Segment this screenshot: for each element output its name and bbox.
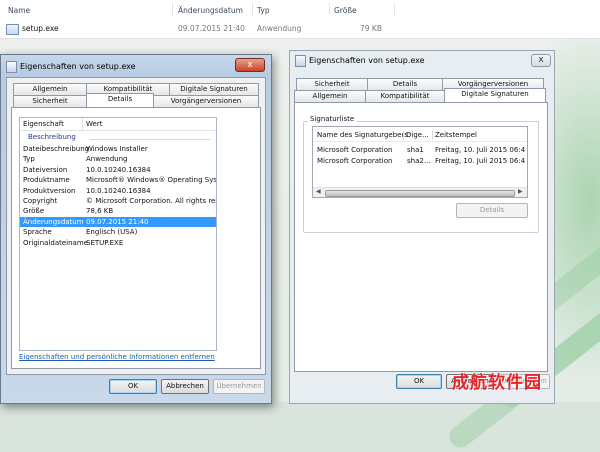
property-value: 78,6 KB — [86, 207, 114, 216]
close-icon: x — [247, 60, 253, 70]
ok-button[interactable]: OK — [396, 374, 442, 389]
watermark-text: 成航软件园 — [452, 373, 542, 393]
property-value: SETUP.EXE — [86, 238, 124, 247]
column-separator[interactable] — [329, 3, 330, 15]
signature-group-label: Signaturliste — [308, 115, 357, 123]
column-header-type[interactable]: Typ — [257, 6, 270, 15]
column-header-value[interactable]: Wert — [86, 120, 102, 128]
tab-allgemein[interactable]: Allgemein — [294, 90, 366, 102]
close-button[interactable]: x — [235, 58, 265, 72]
property-row[interactable]: Änderungsdatum 09.07.2015 21:40 — [20, 216, 216, 227]
property-value: 09.07.2015 21:40 — [86, 217, 149, 226]
dialog-app-icon — [6, 61, 17, 73]
column-header-digest[interactable]: Dige... — [406, 130, 429, 140]
tab-vorgaengerversionen[interactable]: Vorgängerversionen — [153, 95, 259, 107]
column-separator[interactable] — [172, 3, 173, 15]
apply-button[interactable]: Übernehmen — [213, 379, 265, 394]
remove-properties-link[interactable]: Eigenschaften und persönliche Informatio… — [19, 353, 215, 361]
signature-row-timestamp: Freitag, 10. Juli 2015 06:40:1 — [435, 157, 525, 165]
property-row[interactable]: Typ Anwendung — [20, 154, 216, 164]
property-row[interactable]: Sprache Englisch (USA) — [20, 227, 216, 237]
column-separator[interactable] — [432, 130, 433, 140]
column-separator[interactable] — [403, 130, 404, 140]
horizontal-scrollbar[interactable]: ◀ ▶ — [313, 187, 527, 197]
cancel-button[interactable]: Abbrechen — [161, 379, 209, 394]
explorer-file-list: Name Änderungsdatum Typ Größe setup.exe … — [0, 0, 600, 39]
property-key: Copyright — [23, 197, 58, 205]
column-header-timestamp[interactable]: Zeitstempel — [435, 130, 477, 140]
property-key: Dateibeschreibung — [23, 145, 90, 153]
properties-dialog-signatures: Eigenschaften von setup.exe x Sicherheit… — [289, 50, 555, 404]
signature-row-digest: sha1 — [407, 146, 424, 154]
file-name: setup.exe — [22, 24, 59, 33]
application-file-icon — [6, 24, 19, 35]
file-size: 79 KB — [360, 24, 382, 33]
tab-digitale-signaturen[interactable]: Digitale Signaturen — [444, 88, 546, 102]
property-row[interactable]: Dateiversion 10.0.10240.16384 — [20, 165, 216, 175]
property-key: Produktversion — [23, 186, 76, 195]
tab-details[interactable]: Details — [86, 93, 154, 107]
property-value: © Microsoft Corporation. All rights res.… — [86, 197, 216, 205]
property-list-header: Eigenschaft Wert — [20, 118, 216, 131]
column-separator[interactable] — [82, 118, 83, 130]
property-key: Dateiversion — [23, 165, 68, 174]
property-key: Produktname — [23, 176, 70, 185]
property-value: 10.0.10240.16384 — [86, 165, 151, 174]
property-list[interactable]: Eigenschaft Wert Beschreibung Dateibesch… — [19, 117, 217, 351]
signature-row-signer[interactable]: Microsoft Corporation — [317, 145, 392, 155]
file-type: Anwendung — [257, 24, 302, 33]
close-button[interactable]: x — [531, 54, 551, 67]
signature-row-timestamp: Freitag, 10. Juli 2015 06:40:1 — [435, 146, 525, 154]
scroll-left-icon[interactable]: ◀ — [316, 188, 321, 195]
property-value: Microsoft® Windows® Operating Syst... — [86, 176, 216, 185]
signature-row-digest: sha2... — [407, 157, 431, 165]
column-header-signer[interactable]: Name des Signaturgebers: — [317, 130, 410, 140]
property-row[interactable]: Größe 78,6 KB — [20, 206, 216, 216]
scrollbar-thumb[interactable] — [325, 190, 515, 197]
ok-button[interactable]: OK — [109, 379, 157, 394]
column-separator[interactable] — [394, 3, 395, 15]
property-value: Windows Installer — [86, 145, 148, 153]
signature-list[interactable]: Name des Signaturgebers: Dige... Zeitste… — [312, 126, 528, 198]
property-key: Größe — [23, 207, 45, 216]
property-value: 10.0.10240.16384 — [86, 186, 151, 195]
dialog-title: Eigenschaften von setup.exe — [309, 56, 425, 65]
file-date: 09.07.2015 21:40 — [178, 24, 245, 33]
column-header-name[interactable]: Name — [8, 6, 30, 15]
group-label: Beschreibung — [28, 133, 76, 141]
column-header-size[interactable]: Größe — [334, 6, 357, 15]
group-header: Beschreibung — [20, 131, 216, 142]
tab-allgemein[interactable]: Allgemein — [13, 83, 87, 95]
properties-dialog-details: Eigenschaften von setup.exe x Allgemein … — [0, 54, 272, 404]
property-row[interactable]: Produktname Microsoft® Windows® Operating… — [20, 175, 216, 185]
tab-digitale-signaturen[interactable]: Digitale Signaturen — [169, 83, 259, 95]
tab-sicherheit[interactable]: Sicherheit — [296, 78, 368, 90]
property-key: Sprache — [23, 228, 52, 237]
column-header-property[interactable]: Eigenschaft — [23, 120, 64, 128]
tab-kompatibilitaet[interactable]: Kompatibilität — [365, 90, 445, 102]
close-icon: x — [538, 55, 544, 65]
property-row[interactable]: Produktversion 10.0.10240.16384 — [20, 186, 216, 196]
property-key: Änderungsdatum — [23, 217, 84, 226]
column-separator[interactable] — [252, 3, 253, 15]
property-key: Originaldateiname — [23, 238, 88, 247]
dialog-title: Eigenschaften von setup.exe — [20, 62, 136, 71]
header-divider — [313, 141, 527, 142]
property-value: Englisch (USA) — [86, 228, 138, 237]
signature-row-signer[interactable]: Microsoft Corporation — [317, 156, 392, 166]
details-button[interactable]: Details — [456, 203, 528, 218]
property-row[interactable]: Originaldateiname SETUP.EXE — [20, 238, 216, 248]
property-value: Anwendung — [86, 155, 128, 164]
property-row[interactable]: Copyright © Microsoft Corporation. All ri… — [20, 196, 216, 206]
tab-sicherheit[interactable]: Sicherheit — [13, 95, 87, 107]
property-key: Typ — [23, 155, 35, 164]
group-divider — [90, 139, 210, 140]
scroll-right-icon[interactable]: ▶ — [518, 188, 523, 195]
property-row[interactable]: Dateibeschreibung Windows Installer — [20, 144, 216, 154]
dialog-app-icon — [295, 55, 306, 67]
tab-details[interactable]: Details — [367, 78, 443, 90]
column-header-date[interactable]: Änderungsdatum — [178, 6, 243, 15]
